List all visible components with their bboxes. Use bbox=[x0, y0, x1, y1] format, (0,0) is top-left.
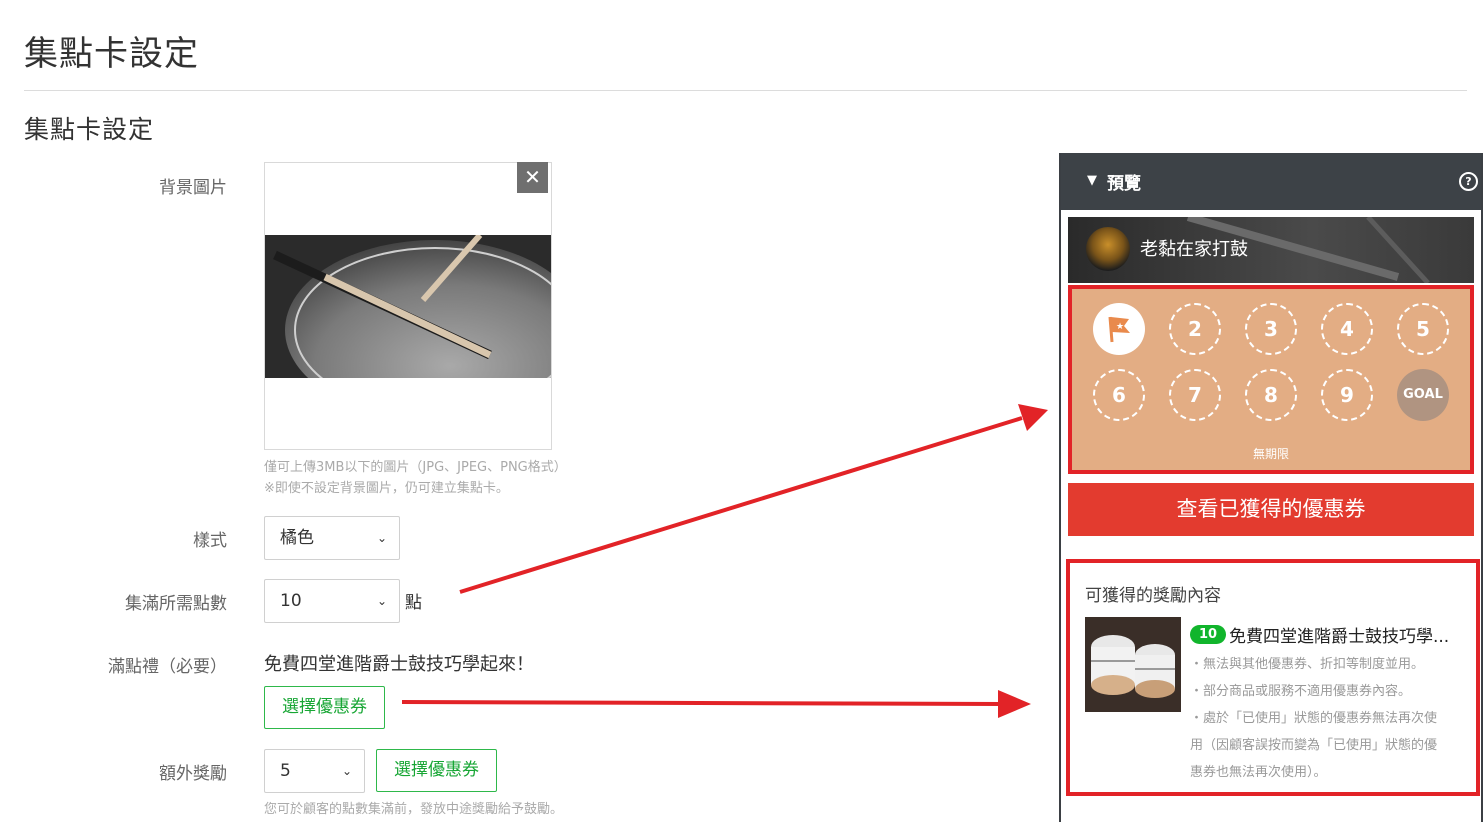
shop-name: 老黏在家打鼓 bbox=[1140, 239, 1248, 260]
rewards-title: 可獲得的獎勵內容 bbox=[1085, 586, 1221, 606]
stamp-1-flag: ★ bbox=[1093, 303, 1145, 355]
rewards-box: 可獲得的獎勵內容 10 免費四堂進階爵士鼓技巧學... ・無法與其他優惠券、折扣… bbox=[1066, 559, 1480, 796]
stamp-9: 9 bbox=[1321, 369, 1373, 421]
reward-label: 滿點禮（必要） bbox=[108, 657, 227, 677]
points-unit: 點 bbox=[405, 593, 422, 613]
remove-image-button[interactable]: ✕ bbox=[517, 162, 548, 193]
optional-image-hint: ※即使不設定背景圖片，仍可建立集點卡。 bbox=[264, 481, 509, 496]
style-label: 樣式 bbox=[193, 531, 227, 551]
preview-title: 預覽 bbox=[1107, 174, 1141, 194]
upload-hint: 僅可上傳3MB以下的圖片（JPG、JPEG、PNG格式） bbox=[264, 460, 567, 475]
reward-note: 用（因顧客誤按而變為「已使用」狀態的優 bbox=[1190, 738, 1438, 753]
arrowhead-icon bbox=[1018, 404, 1048, 431]
annotation-arrow-reward bbox=[401, 700, 1003, 706]
caret-down-icon[interactable]: ▼ bbox=[1087, 173, 1097, 188]
reward-note: ・無法與其他優惠券、折扣等制度並用。 bbox=[1190, 657, 1425, 672]
preview-panel: ▼ 預覽 ? 老黏在家打鼓 ★ 2 3 4 5 6 7 8 9 GOAL 無期限… bbox=[1059, 153, 1483, 822]
points-select[interactable]: 10 ⌄ bbox=[264, 579, 400, 623]
flag-icon: ★ bbox=[1108, 316, 1130, 343]
stamp-goal: GOAL bbox=[1397, 369, 1449, 421]
chevron-down-icon: ⌄ bbox=[376, 594, 387, 608]
reward-points-badge: 10 bbox=[1190, 625, 1227, 644]
chevron-down-icon: ⌄ bbox=[341, 764, 352, 778]
extra-reward-hint: 您可於顧客的點數集滿前，發放中途獎勵給予鼓勵。 bbox=[264, 802, 564, 817]
stamp-3: 3 bbox=[1245, 303, 1297, 355]
stamp-4: 4 bbox=[1321, 303, 1373, 355]
page-title: 集點卡設定 bbox=[24, 34, 199, 74]
reward-name: 免費四堂進階爵士鼓技巧學... bbox=[1229, 627, 1450, 647]
stamp-8: 8 bbox=[1245, 369, 1297, 421]
chevron-down-icon: ⌄ bbox=[376, 531, 387, 545]
validity-text: 無期限 bbox=[1252, 447, 1289, 461]
view-coupons-button[interactable]: 查看已獲得的優惠券 bbox=[1068, 483, 1474, 536]
style-select-value: 橘色 bbox=[280, 528, 314, 548]
card-banner: 老黏在家打鼓 bbox=[1068, 217, 1474, 283]
reward-thumbnail bbox=[1085, 617, 1181, 712]
stamp-5: 5 bbox=[1397, 303, 1449, 355]
section-title: 集點卡設定 bbox=[24, 115, 155, 144]
reward-note: ・處於「已使用」狀態的優惠券無法再次使 bbox=[1190, 711, 1438, 726]
reward-note: ・部分商品或服務不適用優惠券內容。 bbox=[1190, 684, 1412, 699]
help-icon[interactable]: ? bbox=[1459, 172, 1478, 191]
points-select-value: 10 bbox=[280, 591, 302, 611]
background-image-label: 背景圖片 bbox=[159, 178, 227, 198]
points-label: 集滿所需點數 bbox=[125, 594, 227, 614]
extra-reward-label: 額外獎勵 bbox=[159, 764, 227, 784]
drum-photo bbox=[265, 235, 551, 378]
shop-avatar bbox=[1086, 227, 1130, 271]
stamp-7: 7 bbox=[1169, 369, 1221, 421]
stamp-6: 6 bbox=[1093, 369, 1145, 421]
select-extra-coupon-button[interactable]: 選擇優惠券 bbox=[376, 749, 497, 792]
reward-text: 免費四堂進階爵士鼓技巧學起來！ bbox=[264, 654, 534, 675]
extra-reward-select-value: 5 bbox=[280, 761, 291, 781]
background-image-preview[interactable] bbox=[264, 162, 552, 450]
arrowhead-icon bbox=[998, 690, 1031, 718]
svg-text:★: ★ bbox=[1116, 322, 1124, 332]
extra-reward-select[interactable]: 5 ⌄ bbox=[264, 749, 365, 793]
preview-header[interactable]: ▼ 預覽 ? bbox=[1061, 153, 1481, 210]
select-coupon-button[interactable]: 選擇優惠券 bbox=[264, 686, 385, 729]
stamp-2: 2 bbox=[1169, 303, 1221, 355]
stamp-card: ★ 2 3 4 5 6 7 8 9 GOAL 無期限 bbox=[1068, 285, 1474, 474]
style-select[interactable]: 橘色 ⌄ bbox=[264, 516, 400, 560]
title-divider bbox=[24, 90, 1467, 91]
drum-kit-image bbox=[1085, 617, 1181, 712]
reward-note: 惠券也無法再次使用）。 bbox=[1190, 765, 1327, 780]
